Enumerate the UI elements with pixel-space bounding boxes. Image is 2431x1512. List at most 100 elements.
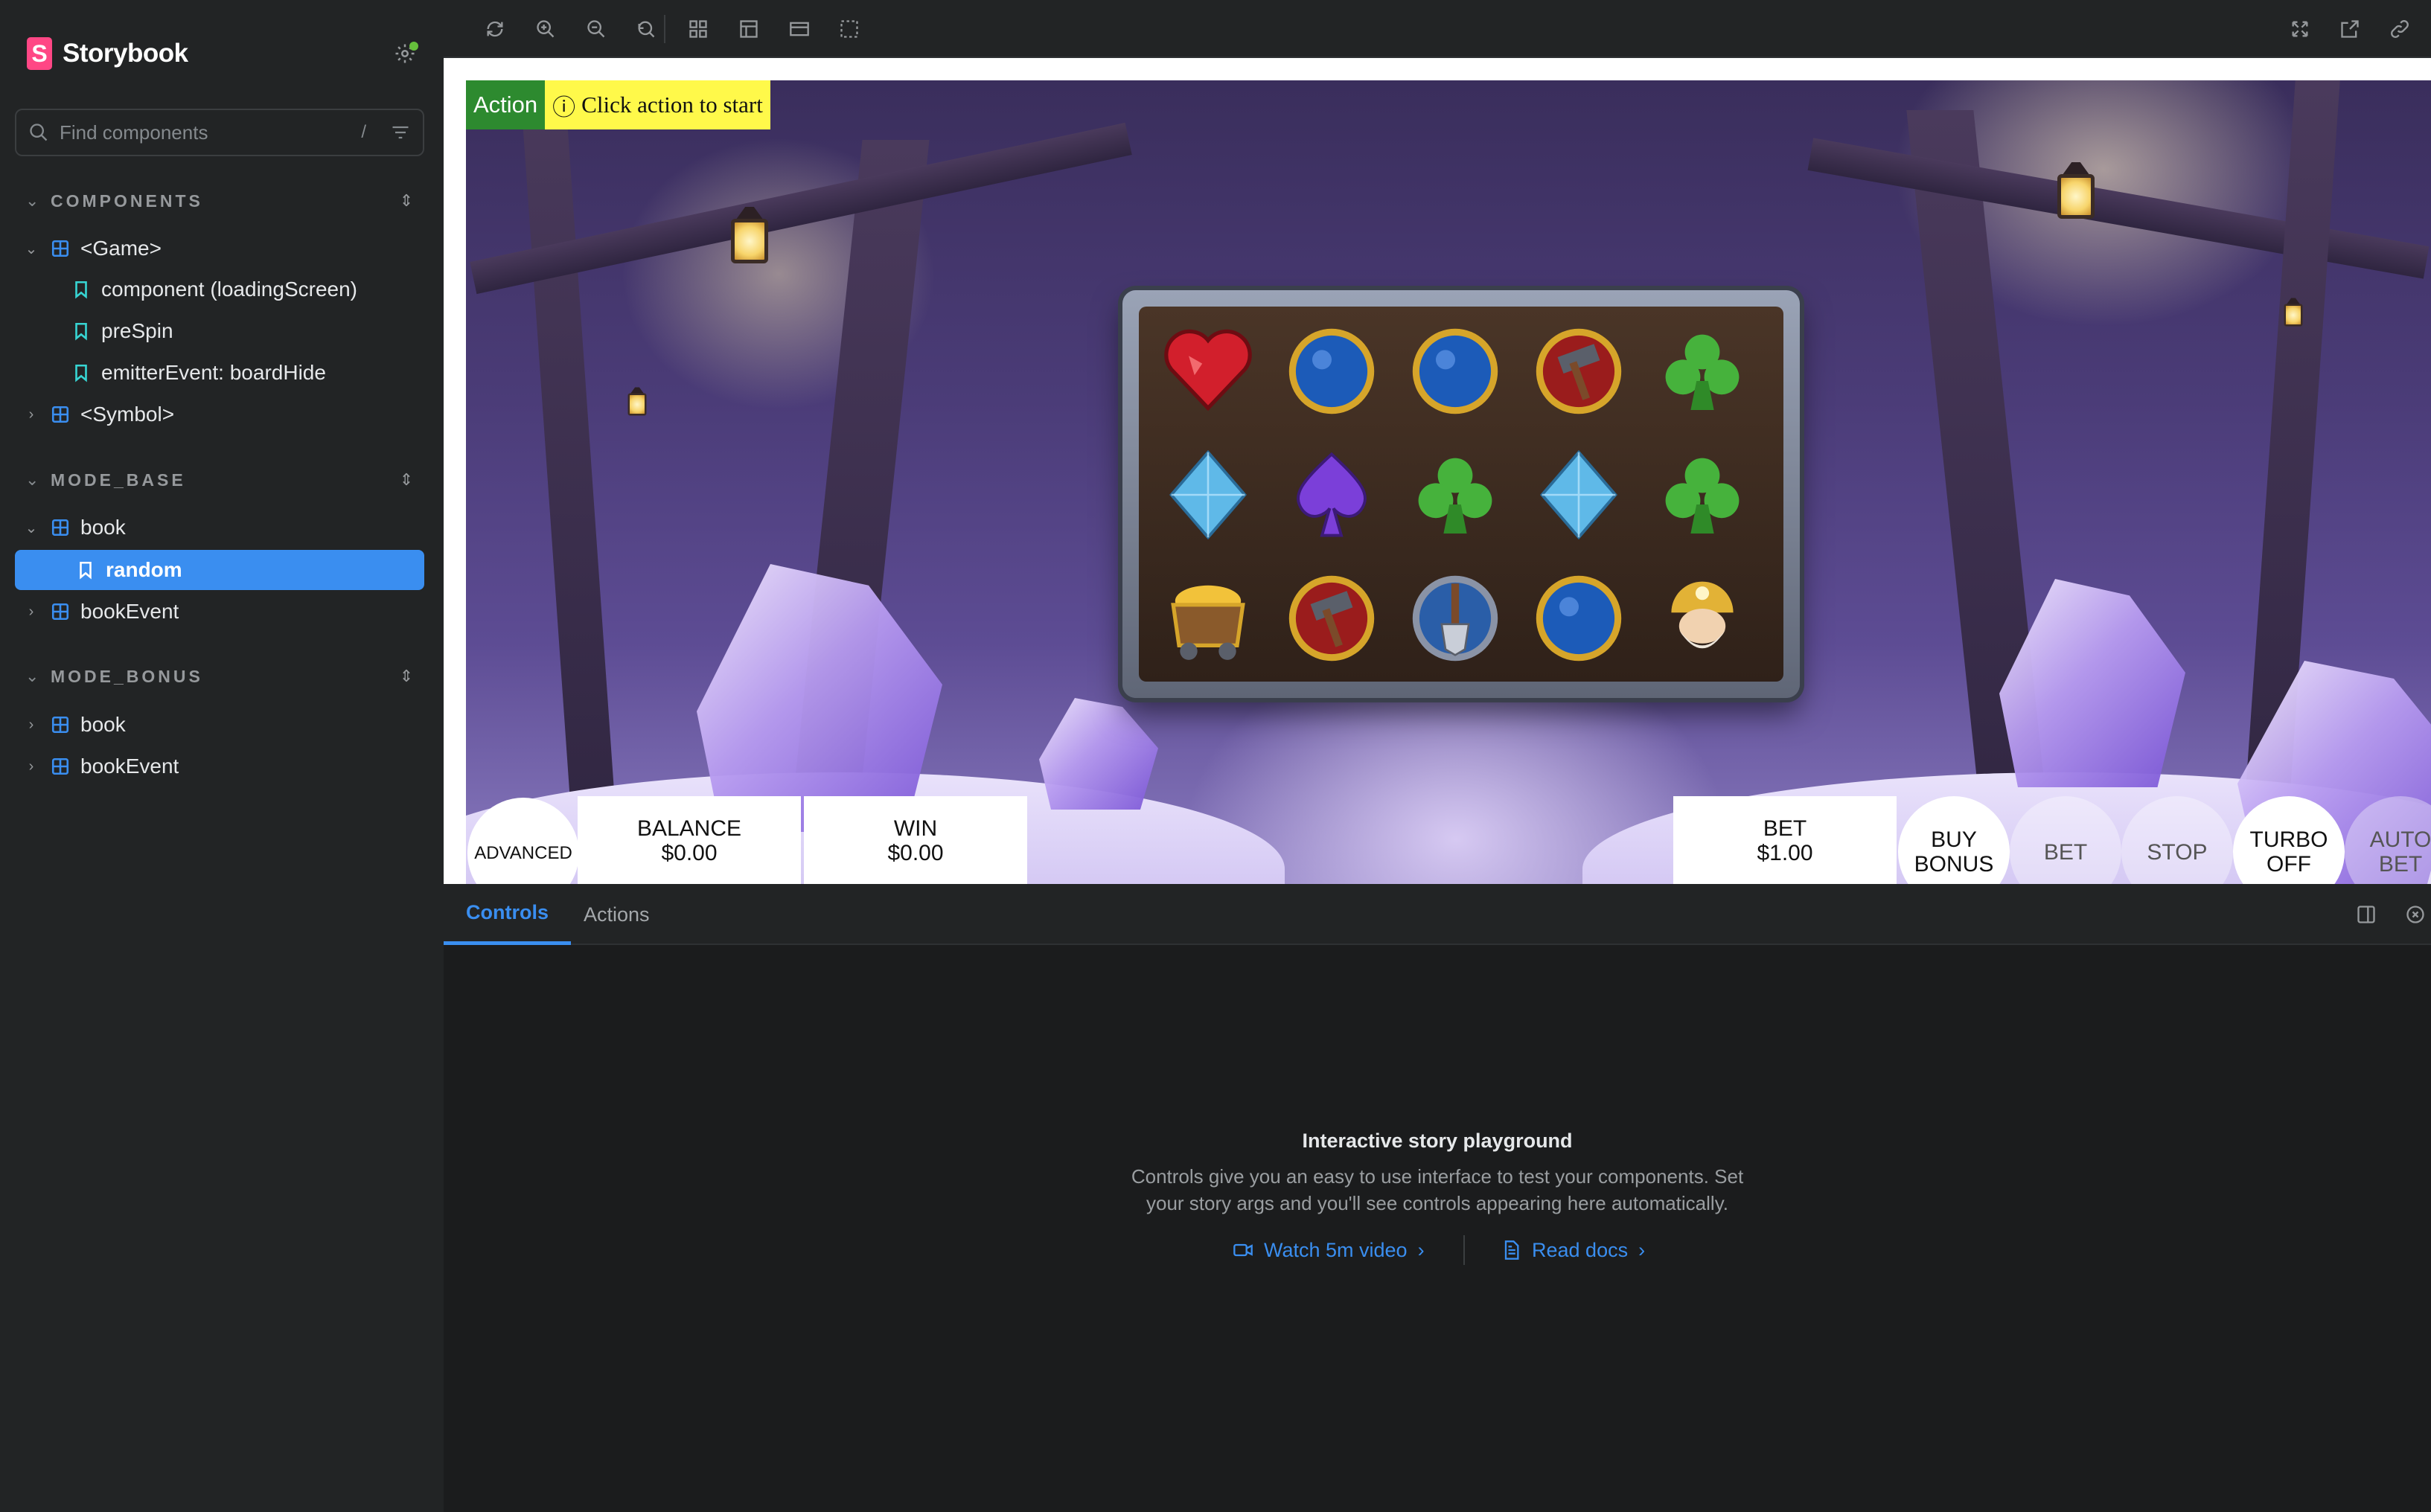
buy-bonus-line1: BUY [1931, 827, 1977, 852]
lantern [2281, 295, 2307, 336]
bet-value: $1.00 [1757, 841, 1813, 865]
open-new-tab-button[interactable] [2334, 13, 2365, 45]
zoom-reset-icon [638, 21, 655, 38]
read-docs-link[interactable]: Read docs › [1501, 1235, 1645, 1265]
expand-collapse-icon[interactable]: ⇕ [393, 188, 420, 214]
reload-icon [487, 21, 503, 37]
section-mode-bonus[interactable]: ⌄ MODE_BONUS ⇕ [25, 663, 420, 690]
search-shortcut: / [361, 122, 366, 142]
buy-bonus-line2: BONUS [1914, 852, 1994, 877]
treasure-cart-symbol-icon [1154, 564, 1262, 673]
tree-label: bookEvent [80, 600, 179, 623]
search-box[interactable]: / [15, 109, 424, 156]
viewport-icon [790, 22, 809, 36]
reel-grid [1139, 307, 1783, 682]
component-icon [51, 757, 69, 775]
bet-display[interactable]: BET $1.00 [1673, 796, 1897, 884]
wooden-beam [1807, 138, 2430, 279]
copy-link-button[interactable] [2384, 13, 2415, 45]
tree-label: book [80, 713, 126, 736]
close-icon [2406, 906, 2424, 923]
crystal [1999, 579, 2185, 787]
expand-collapse-icon[interactable]: ⇕ [393, 663, 420, 690]
viewport-button[interactable] [784, 13, 815, 45]
tree-component-book[interactable]: › book [22, 705, 126, 745]
empty-description: Controls give you an easy to use interfa… [444, 1163, 2431, 1217]
reload-button[interactable] [479, 13, 511, 45]
bookmark-icon [75, 322, 87, 341]
zoom-reset-button[interactable] [630, 13, 662, 45]
panel-tab-bar: Controls Actions [444, 884, 2431, 945]
section-mode-base[interactable]: ⌄ MODE_BASE ⇕ [25, 467, 420, 493]
game-stage[interactable]: Action ⓘ Click action to start ADVANCED … [466, 80, 2431, 884]
component-icon [51, 240, 69, 257]
bookmark-icon [75, 364, 87, 382]
action-tag[interactable]: Action ⓘ Click action to start [466, 80, 770, 129]
zoom-in-button[interactable] [530, 13, 561, 45]
watch-video-link[interactable]: Watch 5m video › [1233, 1235, 1425, 1265]
action-label: Action [466, 80, 546, 129]
section-title: COMPONENTS [51, 190, 203, 211]
brand[interactable]: S Storybook [27, 36, 188, 71]
section-components[interactable]: ⌄ COMPONENTS ⇕ [25, 188, 420, 214]
component-icon [51, 603, 69, 621]
outline-button[interactable] [834, 13, 865, 45]
chevron-right-icon: › [28, 406, 34, 423]
background-icon [740, 20, 758, 38]
club-symbol-icon [1648, 441, 1757, 549]
hammer-symbol-icon [1524, 317, 1633, 426]
controls-empty-state: Interactive story playground Controls gi… [444, 1130, 2431, 1217]
win-label: WIN [893, 816, 938, 841]
info-icon: ⓘ [552, 94, 576, 121]
tree-component-game[interactable]: ⌄ <Game> [22, 228, 162, 269]
tree-story-prespin[interactable]: preSpin [71, 311, 173, 351]
tree-component-book-event[interactable]: › bookEvent [22, 592, 179, 632]
stop-button-label: STOP [2147, 839, 2208, 865]
expand-collapse-icon[interactable]: ⇕ [393, 467, 420, 493]
tree-story-board-hide[interactable]: emitterEvent: boardHide [71, 353, 326, 393]
tree-component-book[interactable]: ⌄ book [22, 507, 126, 548]
tree-component-symbol[interactable]: › <Symbol> [22, 394, 174, 435]
blue-orb-symbol-icon [1277, 317, 1386, 426]
win-value: $0.00 [887, 841, 944, 865]
chevron-right-icon: › [1638, 1238, 1646, 1261]
tree-story-loading-screen[interactable]: component (loadingScreen) [71, 269, 357, 310]
tree-label: <Symbol> [80, 403, 175, 426]
diamond-symbol-icon [1154, 441, 1262, 549]
club-symbol-icon [1401, 441, 1510, 549]
filter-icon[interactable] [390, 122, 411, 143]
lantern [624, 384, 651, 425]
grid-icon [689, 20, 707, 38]
tree-label: random [106, 558, 182, 581]
status-dot [409, 42, 418, 51]
bookmark-icon [80, 561, 92, 580]
panel-close-button[interactable] [2400, 899, 2431, 930]
tree-story-random[interactable]: random [15, 550, 424, 590]
empty-line: Controls give you an easy to use interfa… [1131, 1165, 1744, 1188]
chevron-down-icon: ⌄ [25, 240, 38, 257]
wooden-beam [520, 80, 621, 884]
zoom-in-icon [537, 20, 555, 38]
zoom-out-icon [587, 20, 605, 38]
component-icon [51, 406, 69, 423]
tab-actions[interactable]: Actions [584, 884, 650, 945]
tree-component-book-event[interactable]: › bookEvent [22, 746, 179, 787]
zoom-out-button[interactable] [581, 13, 612, 45]
slot-board [1122, 290, 1800, 698]
tree-label: <Game> [80, 237, 162, 260]
chevron-right-icon: › [28, 603, 34, 620]
fullscreen-button[interactable] [2284, 13, 2316, 45]
background-button[interactable] [733, 13, 764, 45]
tree-label: component (loadingScreen) [101, 278, 357, 301]
toolbar-divider [664, 15, 665, 43]
settings-button[interactable] [390, 39, 420, 68]
balance-label: BALANCE [636, 816, 742, 841]
chevron-right-icon: › [1417, 1238, 1425, 1261]
grid-button[interactable] [683, 13, 714, 45]
chevron-right-icon: › [28, 757, 34, 775]
search-input[interactable] [60, 121, 351, 144]
preview-toolbar [444, 0, 2431, 58]
tab-controls[interactable]: Controls [444, 884, 571, 945]
auto-line2: BET [2378, 852, 2423, 877]
panel-orientation-button[interactable] [2351, 899, 2382, 930]
